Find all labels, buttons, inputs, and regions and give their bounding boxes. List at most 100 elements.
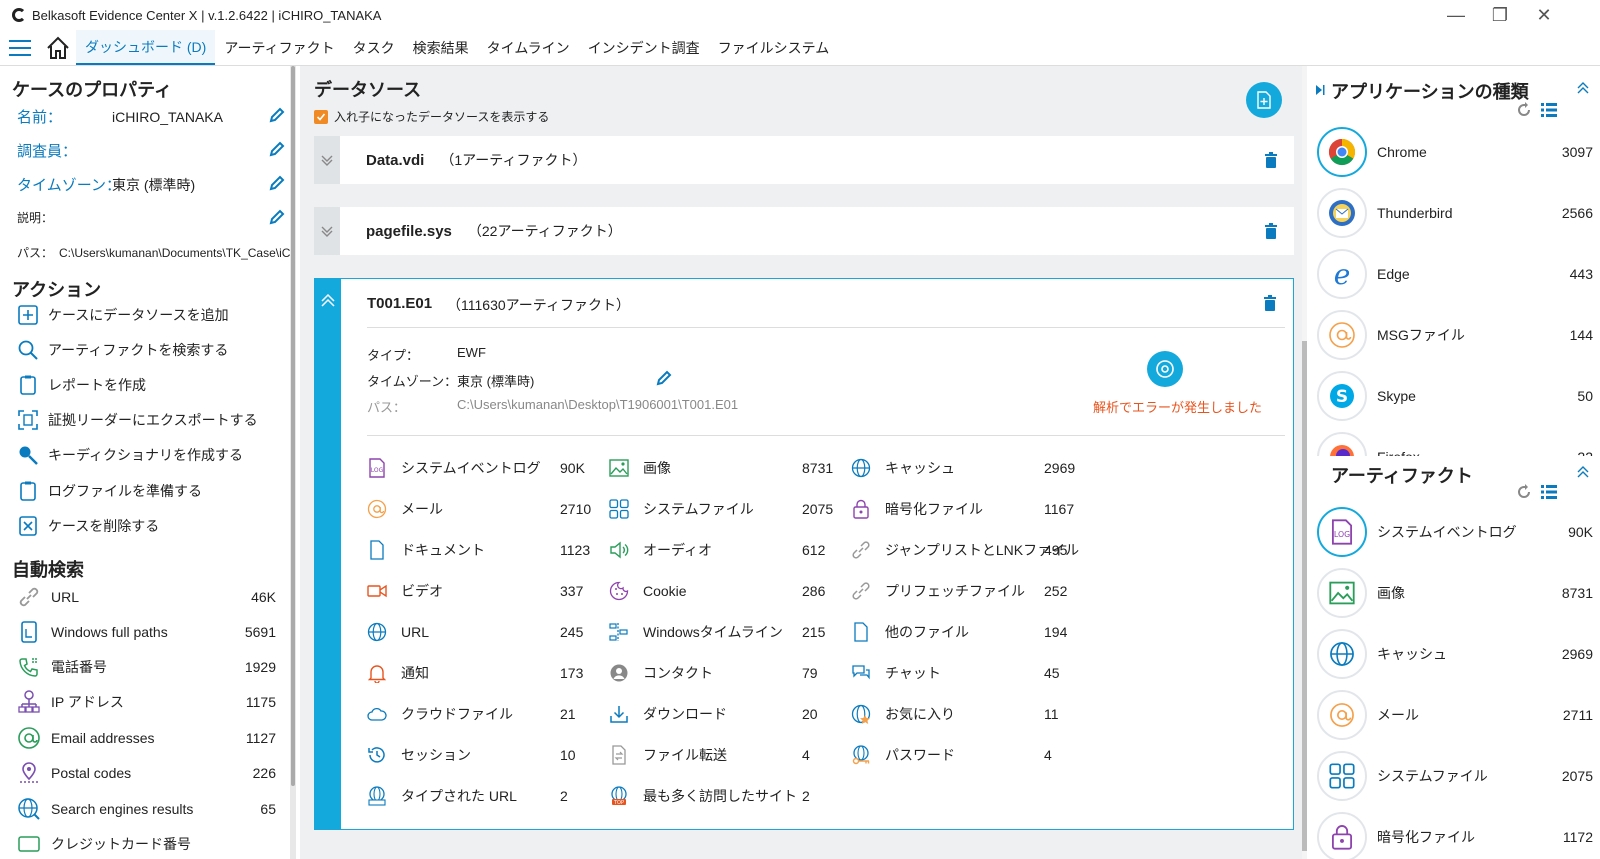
artifact-panel-item[interactable]: キャッシュ 2969: [1317, 628, 1593, 680]
artifact-grid-item[interactable]: キャッシュ 2969: [851, 455, 1081, 481]
artifact-grid-item[interactable]: プリフェッチファイル 252: [851, 578, 1081, 604]
list-view-icon[interactable]: [1541, 102, 1557, 118]
autosearch-item-postal[interactable]: Postal codes 226: [16, 760, 276, 786]
edit-investigator-pencil-icon[interactable]: [268, 140, 286, 158]
artifact-grid-item[interactable]: システムファイル 2075: [609, 496, 839, 522]
refresh-icon[interactable]: [1516, 102, 1532, 118]
artifact-grid-item[interactable]: LOG システムイベントログ 90K: [367, 455, 597, 481]
tab-timeline[interactable]: タイムライン: [478, 30, 579, 65]
tab-dashboard[interactable]: ダッシュボード (D): [76, 30, 216, 65]
autosearch-item-search-engines[interactable]: Search engines results 65: [16, 796, 276, 822]
home-icon[interactable]: [40, 30, 76, 65]
edit-timezone-pencil-icon[interactable]: [268, 174, 286, 192]
artifact-grid-item[interactable]: URL 245: [367, 619, 597, 645]
app-count: 443: [1569, 266, 1593, 282]
autosearch-item-url[interactable]: URL 46K: [16, 584, 276, 610]
export-reader-action[interactable]: 証拠リーダーにエクスポートする: [16, 408, 258, 432]
artifact-grid-item[interactable]: オーディオ 612: [609, 537, 839, 563]
tab-filesystem[interactable]: ファイルシステム: [709, 30, 839, 65]
add-datasource-button[interactable]: [1246, 82, 1282, 118]
tab-tasks[interactable]: タスク: [344, 30, 404, 65]
artifact-grid-label: 最も多く訪問したサイト: [643, 788, 797, 804]
prop-timezone: タイムゾーン： 東京 (標準時): [17, 174, 277, 195]
collapse-panel-icon[interactable]: [1315, 84, 1325, 96]
edit-name-pencil-icon[interactable]: [268, 106, 286, 124]
artifact-grid-item[interactable]: ドキュメント 1123: [367, 537, 597, 563]
autosearch-item-ip[interactable]: IP アドレス 1175: [16, 689, 276, 715]
tab-artifacts[interactable]: アーティファクト: [215, 30, 343, 65]
collapse-bar[interactable]: [315, 279, 341, 829]
hamburger-menu-icon[interactable]: [0, 30, 40, 65]
datasource-artifact-count: （22アーティファクト）: [467, 223, 622, 239]
artifact-panel-item[interactable]: 暗号化ファイル 1172: [1317, 811, 1593, 859]
edit-tz-pencil-icon[interactable]: [655, 369, 673, 387]
artifact-panel-item[interactable]: 画像 8731: [1317, 567, 1593, 619]
app-item[interactable]: Chrome 3097: [1317, 126, 1593, 178]
artifact-panel-item[interactable]: システムファイル 2075: [1317, 750, 1593, 802]
artifact-grid-item[interactable]: チャット 45: [851, 660, 1081, 686]
edit-description-pencil-icon[interactable]: [268, 208, 286, 226]
artifact-grid-label: パスワード: [885, 747, 955, 763]
collapse-up-chevron-icon[interactable]: [1576, 466, 1590, 478]
refresh-icon[interactable]: [1516, 484, 1532, 500]
artifact-grid-item[interactable]: ファイル転送 4: [609, 742, 839, 768]
close-button[interactable]: ✕: [1524, 0, 1564, 30]
create-dictionary-action[interactable]: キーディクショナリを作成する: [16, 443, 243, 467]
app-item[interactable]: S Skype 50: [1317, 370, 1593, 422]
artifact-grid-item[interactable]: パスワード 4: [851, 742, 1081, 768]
tab-incident[interactable]: インシデント調査: [579, 30, 709, 65]
autosearch-item-paths[interactable]: Windows full paths 5691: [16, 619, 276, 645]
artifact-grid-item[interactable]: メール 2710: [367, 496, 597, 522]
trash-icon[interactable]: [1263, 295, 1277, 311]
add-datasource-action[interactable]: ケースにデータソースを追加: [16, 303, 229, 327]
list-view-icon[interactable]: [1541, 484, 1557, 500]
restore-button[interactable]: ❐: [1480, 0, 1520, 30]
collapse-chevron-icon[interactable]: [315, 291, 341, 311]
download-icon: [609, 704, 629, 724]
artifact-grid-item[interactable]: セッション 10: [367, 742, 597, 768]
nested-checkbox[interactable]: [314, 109, 328, 124]
expand-chevron-icon[interactable]: [314, 136, 340, 184]
expand-chevron-icon[interactable]: [314, 207, 340, 255]
tab-search-results[interactable]: 検索結果: [404, 30, 478, 65]
artifact-grid-item[interactable]: コンタクト 79: [609, 660, 839, 686]
artifact-grid-item[interactable]: Windowsタイムライン 215: [609, 619, 839, 645]
autosearch-item-credit-card[interactable]: クレジットカード番号: [16, 831, 276, 857]
prepare-log-action[interactable]: ログファイルを準備する: [16, 479, 202, 503]
artifact-grid-item[interactable]: 通知 173: [367, 660, 597, 686]
artifact-grid-item[interactable]: Cookie 286: [609, 578, 839, 604]
collapse-up-chevron-icon[interactable]: [1576, 82, 1590, 94]
artifact-panel-item[interactable]: LOG システムイベントログ 90K: [1317, 506, 1593, 558]
artifact-grid-item[interactable]: ビデオ 337: [367, 578, 597, 604]
artifact-grid-item[interactable]: 画像 8731: [609, 455, 839, 481]
app-item[interactable]: Thunderbird 2566: [1317, 187, 1593, 239]
app-item[interactable]: MSGファイル 144: [1317, 309, 1593, 361]
artifact-grid-item[interactable]: TOP 最も多く訪問したサイト 2: [609, 783, 839, 809]
create-report-action[interactable]: レポートを作成: [16, 373, 146, 397]
artifact-grid-count: 173: [560, 665, 584, 681]
delete-case-action[interactable]: ケースを削除する: [16, 514, 159, 538]
trash-icon[interactable]: [1264, 223, 1278, 239]
datasource-row-data-vdi[interactable]: Data.vdi （1アーティファクト）: [314, 136, 1294, 184]
trash-icon[interactable]: [1264, 152, 1278, 168]
artifact-grid-item[interactable]: お気に入り 11: [851, 701, 1081, 727]
analysis-status-button[interactable]: [1147, 351, 1183, 387]
autosearch-item-email[interactable]: Email addresses 1127: [16, 725, 276, 751]
artifact-grid-item[interactable]: クラウドファイル 21: [367, 701, 597, 727]
autosearch-item-phone[interactable]: 電話番号 1929: [16, 654, 276, 680]
artifact-grid-item[interactable]: タイプされた URL 2: [367, 783, 597, 809]
left-scrollbar[interactable]: [290, 66, 296, 859]
artifact-grid-item[interactable]: 他のファイル 194: [851, 619, 1081, 645]
artifact-grid-item[interactable]: 暗号化ファイル 1167: [851, 496, 1081, 522]
autosearch-label: Search engines results: [51, 801, 194, 817]
artifact-panel-item[interactable]: メール 2711: [1317, 689, 1593, 741]
nested-checkbox-row[interactable]: 入れ子になったデータソースを表示する: [314, 108, 549, 125]
app-item[interactable]: e Edge 443: [1317, 248, 1593, 300]
artifact-grid-item[interactable]: ジャンプリストとLNKファイル 495: [851, 537, 1081, 563]
artifact-grid-count: 21: [560, 706, 576, 722]
artifact-grid-item[interactable]: ダウンロード 20: [609, 701, 839, 727]
app-item[interactable]: Firefox 22: [1317, 431, 1593, 456]
search-artifacts-action[interactable]: アーティファクトを検索する: [16, 338, 228, 362]
datasource-row-pagefile[interactable]: pagefile.sys （22アーティファクト）: [314, 207, 1294, 255]
minimize-button[interactable]: —: [1436, 0, 1476, 30]
